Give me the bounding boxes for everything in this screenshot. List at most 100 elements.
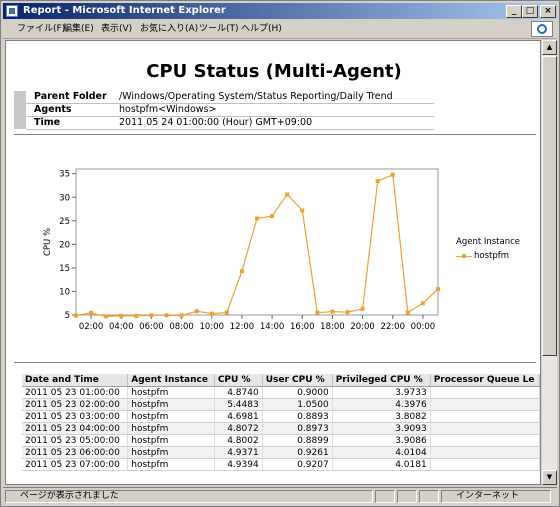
table-row: 2011 05 23 07:00:00 hostpfm 4.9394 0.9207 4.…: [22, 458, 540, 471]
data-point: [104, 314, 109, 319]
info-value: /Windows/Operating System/Status Reporti…: [119, 91, 393, 102]
table-cell: 4.0181: [332, 458, 431, 471]
x-tick-label: 08:00: [169, 322, 194, 332]
table-cell: hostpfm: [127, 446, 215, 459]
info-value: 2011 05 24 01:00:00 (Hour) GMT+09:00: [119, 117, 313, 128]
table-cell: [430, 386, 540, 399]
table-cell: 4.0104: [332, 446, 431, 459]
column-header[interactable]: Date and Time: [22, 374, 129, 387]
status-cell-blank: [419, 490, 439, 503]
info-value: hostpfm<Windows>: [119, 104, 217, 115]
column-header[interactable]: Privileged CPU %: [332, 374, 431, 387]
table-cell: 2011 05 23 06:00:00: [22, 446, 129, 459]
data-point: [255, 216, 259, 221]
scroll-up-button[interactable]: ▲: [542, 40, 557, 55]
info-row: Parent Folder /Windows/Operating System/…: [26, 91, 434, 104]
column-header[interactable]: User CPU %: [262, 374, 333, 387]
x-tick-label: 12:00: [230, 322, 255, 332]
maximize-button[interactable]: □: [522, 5, 538, 18]
vertical-scrollbar[interactable]: ▲ ▼: [542, 40, 557, 485]
title-bar[interactable]: Report - Microsoft Internet Explorer _ □…: [3, 3, 557, 19]
table-row: 2011 05 23 02:00:00 hostpfm 5.4483 1.0500 4.…: [22, 398, 540, 411]
data-point: [119, 313, 124, 318]
table-cell: hostpfm: [127, 422, 215, 435]
data-point: [89, 310, 94, 315]
table-cell: hostpfm: [127, 458, 215, 471]
y-tick-label: 5: [65, 311, 70, 321]
table-cell: 4.6981: [214, 410, 263, 423]
data-point: [375, 179, 380, 184]
table-cell: 3.9733: [332, 386, 431, 399]
scroll-down-button[interactable]: ▼: [542, 470, 557, 485]
table-cell: 0.8899: [262, 434, 333, 447]
table-cell: 4.9371: [214, 446, 263, 459]
status-cell-blank: [375, 490, 395, 503]
table-row: 2011 05 23 01:00:00 hostpfm 4.8740 0.9000 3.…: [22, 386, 540, 399]
x-tick-label: 22:00: [381, 322, 406, 332]
table-cell: 0.9000: [262, 386, 333, 399]
x-tick-label: 20:00: [350, 322, 375, 332]
column-header[interactable]: CPU %: [214, 374, 263, 387]
x-tick-label: 02:00: [79, 322, 104, 332]
y-axis-label: CPU %: [43, 228, 53, 256]
table-cell: [430, 458, 540, 471]
info-key: Parent Folder: [34, 91, 107, 102]
menu-file[interactable]: ファイル(F): [17, 22, 65, 36]
data-point: [436, 287, 440, 292]
data-point: [360, 306, 365, 311]
data-point: [420, 301, 425, 306]
zone-indicator: インターネット: [441, 490, 551, 503]
data-point: [149, 313, 154, 318]
x-tick-label: 16:00: [290, 322, 315, 332]
menu-help[interactable]: ヘルプ(H): [241, 22, 282, 36]
table-cell: 3.8082: [332, 410, 431, 423]
table-cell: 4.3976: [332, 398, 431, 411]
data-point: [345, 310, 350, 315]
table-cell: hostpfm: [127, 410, 215, 423]
y-tick-label: 15: [59, 264, 70, 274]
table-cell: 2011 05 23 03:00:00: [22, 410, 129, 423]
data-point: [270, 214, 275, 219]
divider: [14, 362, 536, 363]
menu-bar: ファイル(F) 編集(E) 表示(V) お気に入り(A) ツール(T) ヘルプ(…: [3, 20, 557, 39]
legend-label: hostpfm: [474, 251, 510, 261]
menu-favorites[interactable]: お気に入り(A): [140, 22, 198, 36]
y-tick-label: 25: [59, 217, 70, 227]
table-header-row: Date and Time Agent Instance CPU % User …: [22, 374, 540, 387]
table-cell: 0.9261: [262, 446, 333, 459]
y-tick-label: 10: [59, 287, 70, 297]
y-tick-label: 20: [59, 240, 70, 250]
table-cell: 2011 05 23 07:00:00: [22, 458, 129, 471]
data-point: [224, 310, 229, 315]
status-text: ページが表示されました: [5, 490, 373, 503]
data-point: [209, 311, 214, 316]
table-cell: 4.8072: [214, 422, 263, 435]
info-row: Agents hostpfm<Windows>: [26, 104, 434, 117]
table-cell: 3.9086: [332, 434, 431, 447]
table-cell: [430, 446, 540, 459]
ie-app-icon: [6, 5, 18, 17]
data-point: [405, 310, 410, 315]
close-button[interactable]: ×: [540, 5, 556, 18]
data-point: [390, 172, 395, 177]
data-point: [300, 208, 305, 213]
data-table: Date and Time Agent Instance CPU % User …: [22, 374, 540, 471]
column-header[interactable]: Processor Queue Le: [430, 374, 540, 387]
table-cell: [430, 398, 540, 411]
scroll-thumb[interactable]: [542, 56, 557, 356]
ie-throbber-icon: [531, 21, 553, 37]
column-header[interactable]: Agent Instance: [127, 374, 215, 387]
menu-tools[interactable]: ツール(T): [199, 22, 239, 36]
table-cell: 3.9093: [332, 422, 431, 435]
menu-edit[interactable]: 編集(E): [63, 22, 94, 36]
table-cell: 0.8893: [262, 410, 333, 423]
menu-view[interactable]: 表示(V): [101, 22, 132, 36]
x-tick-label: 10:00: [200, 322, 225, 332]
window-title: Report - Microsoft Internet Explorer: [23, 5, 226, 16]
browser-window: Report - Microsoft Internet Explorer _ □…: [0, 0, 560, 507]
table-cell: 4.9394: [214, 458, 263, 471]
x-tick-label: 14:00: [260, 322, 285, 332]
minimize-button[interactable]: _: [506, 5, 522, 18]
table-row: 2011 05 23 05:00:00 hostpfm 4.8002 0.8899 3.…: [22, 434, 540, 447]
divider: [14, 134, 536, 135]
